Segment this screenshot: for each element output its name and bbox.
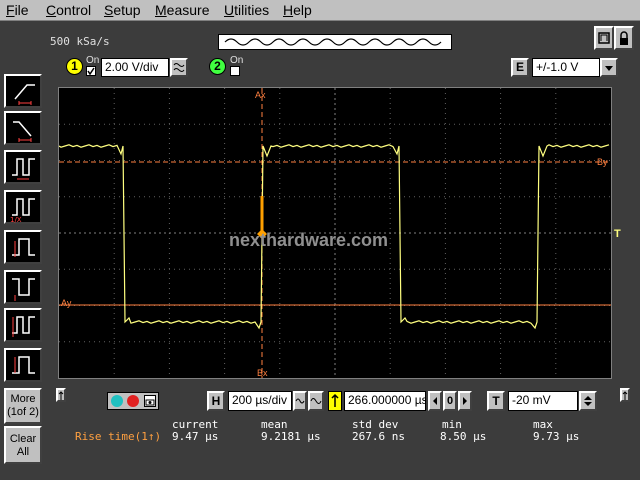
menu-measure[interactable]: Measure [155,2,209,18]
h-button[interactable]: H [207,391,225,411]
rising-edge-icon [14,84,35,105]
pulse-width-button[interactable] [4,230,42,264]
negative-width-button[interactable] [4,270,42,304]
scroll-up-left-button[interactable] [56,388,66,402]
trigger-level-spinner[interactable] [579,391,597,411]
e-offset-dropdown[interactable] [600,58,618,77]
channel1-badge[interactable]: 1 [66,58,83,75]
channel1-scale-field[interactable]: 2.00 V/div [101,58,169,77]
more-page-label: (1of 2) [7,406,39,418]
trigger-delay-button[interactable] [328,391,342,411]
lock-icon [620,31,628,45]
arrow-up-icon [331,393,339,407]
marker-color-group [107,392,159,410]
camera-icon [145,399,155,406]
amplitude-icon [12,356,35,374]
frequency-pulse-icon: 1/X [10,198,35,223]
timebase-scale-field[interactable]: 200 µs/div [228,391,292,411]
menu-bar: File Control Setup Measure Utilities Hel… [0,0,640,21]
arrow-up-icon [622,391,628,400]
menu-utilities[interactable]: Utilities [224,2,269,18]
waveform-overview[interactable] [218,34,452,50]
rise-time-button[interactable] [4,74,42,108]
waveform-display[interactable]: nexthardware.com Ax Bx Ay By [58,87,612,379]
frequency-button[interactable]: 1/X [4,190,42,224]
marker-ay-label: Ay [61,298,72,308]
channel2-badge[interactable]: 2 [209,58,226,75]
wave-small-icon [295,398,305,404]
meas-mean-value: 9.2181 µs [261,430,321,443]
clear-all-button[interactable]: Clear All [4,426,42,464]
clear-sub-label: All [16,446,30,458]
marker-red-button[interactable] [127,395,139,407]
svg-text:1/X: 1/X [10,216,22,223]
marker-by-label: By [597,157,608,167]
marker-camera-button[interactable] [144,395,156,407]
duty-cycle-icon [12,316,35,337]
measurement-panel: current mean std dev min max Rise time(1… [46,414,640,480]
watermark: nexthardware.com [229,230,389,250]
chevron-down-icon [605,66,613,71]
more-button[interactable]: More (1of 2) [4,388,42,424]
channel1-on-label: On [86,55,100,66]
meas-std-dev-value: 267.6 ns [352,430,405,443]
duty-cycle-button[interactable] [4,308,42,342]
meas-current-value: 9.47 µs [172,430,219,443]
period-button[interactable] [4,150,42,184]
up-down-icon [584,396,592,406]
clear-label: Clear [9,433,37,445]
channel2-on-label: On [230,55,244,66]
channel1-on-checkbox[interactable] [86,66,96,76]
meas-row-label[interactable]: Rise time(1↑) [75,430,161,443]
overview-sine-icon [224,38,442,46]
channel1-scale-spinner[interactable] [170,58,188,77]
arrow-left-icon [433,397,437,405]
pulse-width-icon [12,238,35,257]
channel2-on-checkbox[interactable] [230,66,240,76]
timebase-fine-button[interactable] [293,391,307,411]
arrow-right-icon [463,397,467,405]
trigger-level-marker: T [614,228,621,240]
falling-edge-icon [13,121,32,142]
period-pulse-icon [12,158,35,180]
delay-field[interactable]: 266.000000 µs [344,391,426,411]
timebase-spinner[interactable] [308,391,324,411]
delay-zero-button[interactable]: 0 [443,391,457,411]
delay-left-button[interactable] [428,391,442,411]
menu-help[interactable]: Help [283,2,312,18]
lock-button[interactable] [614,26,634,50]
menu-setup[interactable]: Setup [104,2,141,18]
single-run-button[interactable] [594,26,614,50]
wave-small-icon [310,398,322,404]
sample-rate: 500 kSa/s [50,35,110,48]
e-button[interactable]: E [511,58,529,77]
trigger-level-field[interactable]: -20 mV [508,391,578,411]
amplitude-button[interactable] [4,348,42,382]
arrow-up-icon [58,391,64,400]
menu-file[interactable]: File [6,2,29,18]
more-label: More [10,393,36,405]
scroll-up-right-button[interactable] [620,388,630,402]
menu-control[interactable]: Control [46,2,91,18]
meas-max-value: 9.73 µs [533,430,580,443]
meas-min-value: 8.50 µs [440,430,487,443]
delay-right-button[interactable] [458,391,472,411]
e-offset-field[interactable]: +/-1.0 V [532,58,600,77]
t-button[interactable]: T [487,391,505,411]
marker-cyan-button[interactable] [111,395,123,407]
marker-ax-label: Ax [255,90,266,100]
negative-width-icon [12,278,35,301]
fall-time-button[interactable] [4,111,42,145]
marker-bx-label: Bx [257,368,268,378]
